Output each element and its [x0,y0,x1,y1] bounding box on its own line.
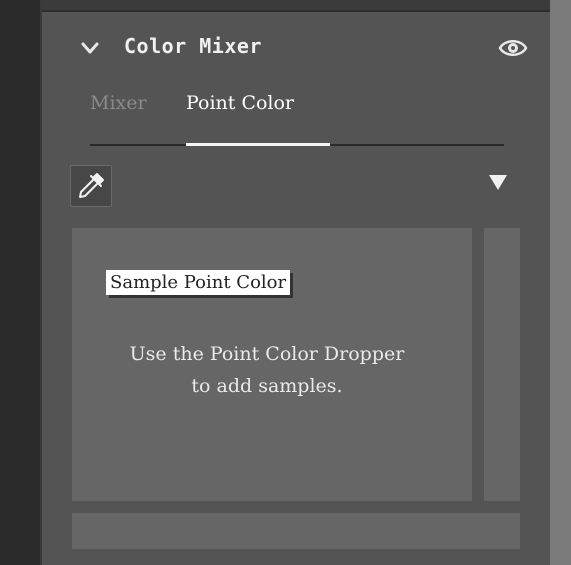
chevron-down-icon[interactable] [80,38,100,58]
empty-state-hint: Use the Point Color Dropper to add sampl… [72,338,462,402]
color-mixer-panel: Color Mixer Mixer Point Color Sample Poi… [40,0,550,565]
tab-bar: Mixer Point Color [90,90,504,148]
active-tab-indicator [186,143,330,146]
panel-title: Color Mixer [124,34,262,58]
samples-scrollbar[interactable] [484,228,520,501]
left-gutter [0,0,40,565]
triangle-down-icon[interactable] [488,173,508,191]
tab-point-color[interactable]: Point Color [186,92,294,114]
eye-visibility-icon[interactable] [498,36,528,60]
samples-area: Sample Point Color Use the Point Color D… [72,228,472,501]
point-color-dropper-button[interactable] [70,165,112,207]
eyedropper-icon [79,173,104,198]
tab-mixer[interactable]: Mixer [90,92,147,114]
hint-line-1: Use the Point Color Dropper [129,343,405,365]
hint-line-2: to add samples. [191,375,343,397]
sample-point-color-tooltip: Sample Point Color [106,270,291,295]
bottom-bar [72,513,520,549]
panel-top-divider [42,0,550,12]
panel-header[interactable]: Color Mixer [42,28,550,68]
right-gutter [550,0,571,565]
